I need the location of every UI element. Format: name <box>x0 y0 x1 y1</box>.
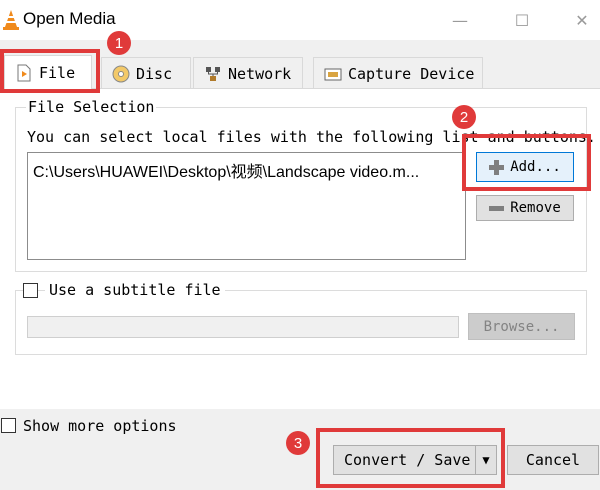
network-icon <box>206 66 220 81</box>
remove-button-label: Remove <box>510 200 561 216</box>
tab-disc-label: Disc <box>136 64 173 83</box>
subtitle-path-input <box>27 316 459 338</box>
close-button[interactable]: ✕ <box>566 6 598 34</box>
minimize-button[interactable]: — <box>444 6 476 34</box>
tab-capture-device-label: Capture Device <box>348 64 475 83</box>
highlight-file-tab <box>0 49 100 93</box>
subtitle-checkbox[interactable] <box>23 283 38 298</box>
title-bar: Open Media — ☐ ✕ <box>0 0 600 40</box>
minus-icon <box>489 205 505 211</box>
highlight-add-button <box>462 134 591 191</box>
cancel-button-label: Cancel <box>525 451 581 469</box>
show-more-options-label[interactable]: Show more options <box>23 417 177 435</box>
step-badge-1: 1 <box>107 31 131 55</box>
remove-button[interactable]: Remove <box>476 195 574 221</box>
step-badge-3: 3 <box>286 431 310 455</box>
minimize-icon: — <box>452 10 468 30</box>
browse-button: Browse... <box>468 313 575 340</box>
disc-icon <box>112 65 130 82</box>
file-list[interactable]: C:\Users\HUAWEI\Desktop\视频\Landscape vid… <box>27 152 466 260</box>
capture-device-icon <box>324 68 342 80</box>
tab-network[interactable]: Network <box>193 57 303 89</box>
tab-capture-device[interactable]: Capture Device <box>313 57 483 89</box>
browse-button-label: Browse... <box>483 318 560 335</box>
maximize-icon: ☐ <box>514 10 530 30</box>
close-icon: ✕ <box>575 10 589 30</box>
step-badge-2: 2 <box>452 105 476 129</box>
vlc-cone-icon <box>3 10 19 30</box>
subtitle-checkbox-label[interactable]: Use a subtitle file <box>45 281 225 299</box>
cancel-button[interactable]: Cancel <box>507 445 599 475</box>
tab-disc[interactable]: Disc <box>101 57 191 89</box>
tab-network-label: Network <box>228 64 292 83</box>
window-title: Open Media <box>23 9 116 28</box>
file-selection-heading: File Selection <box>26 98 157 116</box>
maximize-button[interactable]: ☐ <box>506 6 538 34</box>
file-list-item[interactable]: C:\Users\HUAWEI\Desktop\视频\Landscape vid… <box>33 158 419 182</box>
highlight-convert-button <box>316 428 505 488</box>
show-more-options-checkbox[interactable] <box>1 418 16 433</box>
